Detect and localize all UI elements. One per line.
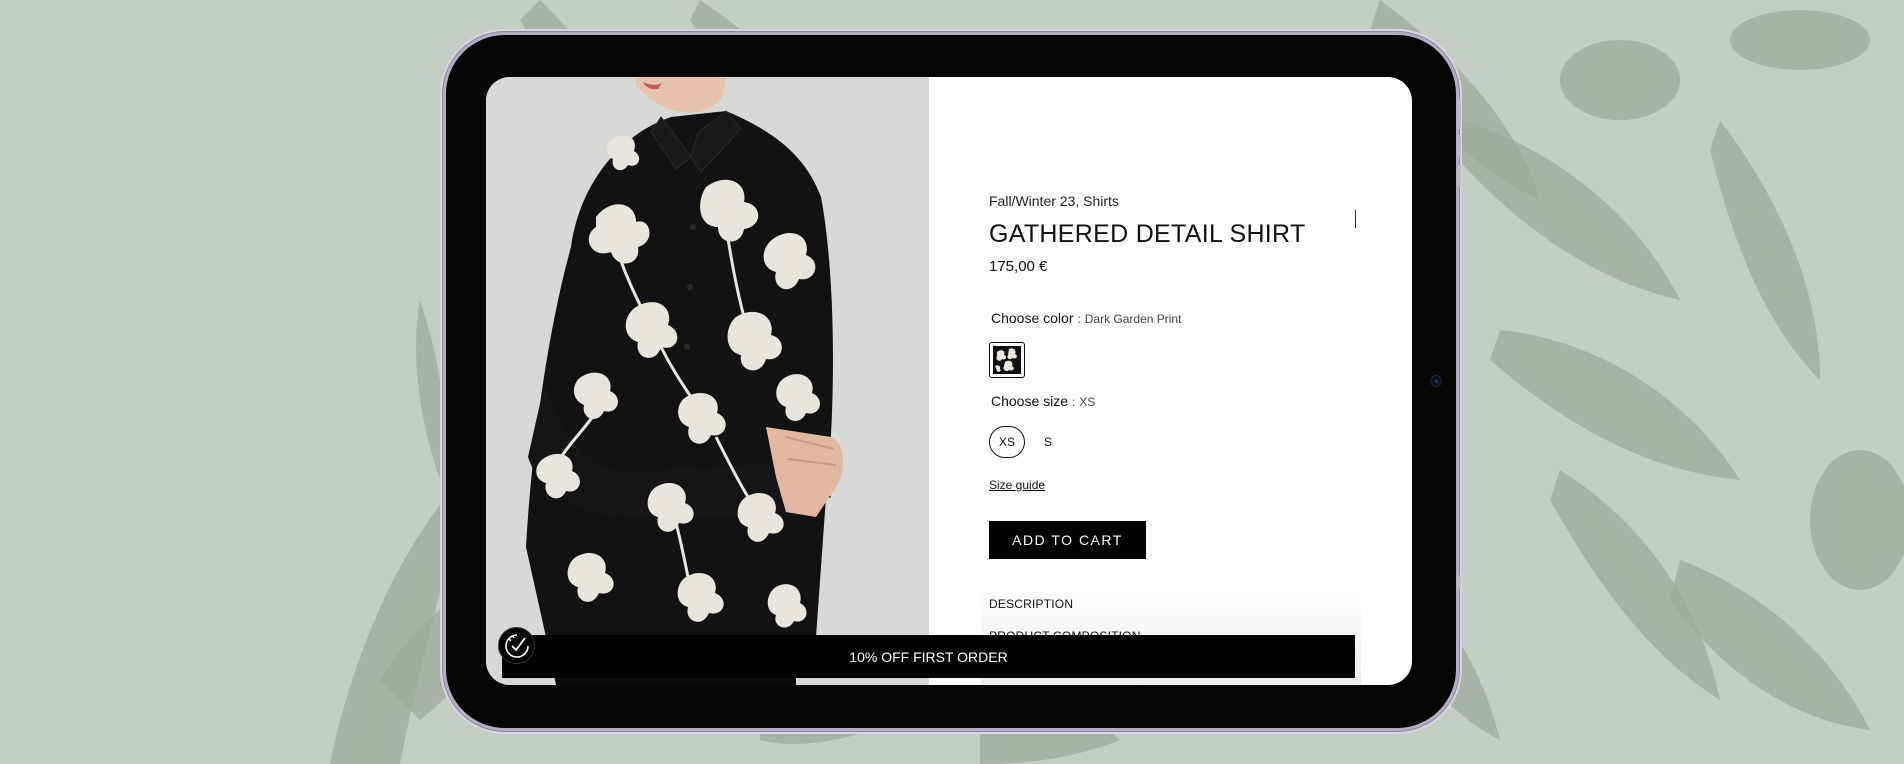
product-title: GATHERED DETAIL SHIRT bbox=[989, 220, 1306, 248]
device-side-button bbox=[1457, 99, 1461, 129]
accordion-description[interactable]: DESCRIPTION bbox=[989, 597, 1073, 611]
tablet-screen: Fall/Winter 23, Shirts GATHERED DETAIL S… bbox=[486, 77, 1412, 685]
shirt-photo-illustration bbox=[486, 77, 929, 685]
color-option-label: Choose color bbox=[991, 310, 1074, 326]
size-option-s[interactable]: S bbox=[1030, 426, 1066, 458]
promo-banner[interactable]: 10% OFF FIRST ORDER bbox=[502, 635, 1355, 678]
add-to-cart-button[interactable]: ADD TO CART bbox=[989, 521, 1146, 559]
device-side-button bbox=[1457, 135, 1461, 157]
size-option-xs[interactable]: XS bbox=[989, 426, 1025, 458]
product-price: 175,00 € bbox=[989, 258, 1048, 275]
size-guide-link[interactable]: Size guide bbox=[989, 478, 1045, 492]
size-option-heading: Choose size: XS bbox=[991, 393, 1095, 409]
device-side-button bbox=[1457, 165, 1461, 187]
front-camera bbox=[1430, 375, 1442, 387]
text-cursor bbox=[1355, 210, 1356, 228]
breadcrumb[interactable]: Fall/Winter 23, Shirts bbox=[989, 193, 1119, 209]
selected-color-value: Dark Garden Print bbox=[1084, 312, 1182, 326]
product-info-panel: Fall/Winter 23, Shirts GATHERED DETAIL S… bbox=[981, 77, 1369, 685]
device-side-button bbox=[1457, 575, 1461, 589]
promo-text: 10% OFF FIRST ORDER bbox=[849, 648, 1008, 665]
selected-size-value: XS bbox=[1079, 395, 1096, 409]
floral-print-swatch-icon bbox=[993, 346, 1021, 374]
product-image[interactable] bbox=[486, 77, 929, 685]
discount-badge-icon[interactable] bbox=[498, 627, 535, 664]
tablet-device-frame: Fall/Winter 23, Shirts GATHERED DETAIL S… bbox=[443, 32, 1461, 731]
color-option-heading: Choose color: Dark Garden Print bbox=[991, 310, 1181, 326]
size-separator: : bbox=[1072, 395, 1076, 409]
size-option-label: Choose size bbox=[991, 393, 1069, 409]
color-swatch-dark-garden-print[interactable] bbox=[989, 342, 1025, 378]
color-separator: : bbox=[1077, 312, 1081, 326]
